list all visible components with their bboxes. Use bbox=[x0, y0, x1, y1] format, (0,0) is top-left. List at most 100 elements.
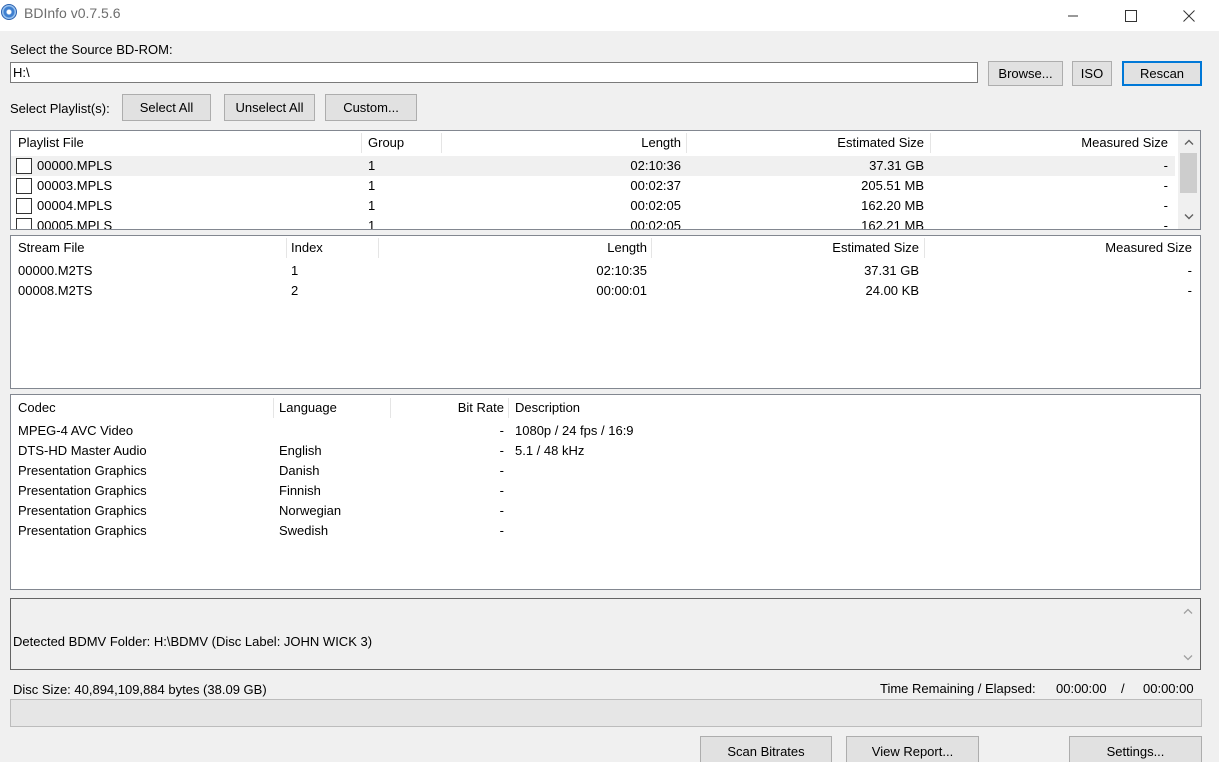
log-output[interactable]: Detected BDMV Folder: H:\BDMV (Disc Labe… bbox=[10, 598, 1201, 697]
column-header-group[interactable]: Group bbox=[368, 131, 404, 155]
playlist-label: Select Playlist(s): bbox=[10, 101, 110, 116]
playlist-scrollbar[interactable] bbox=[1178, 131, 1200, 229]
codec-bit-rate: - bbox=[499, 503, 504, 518]
scroll-down-arrow[interactable] bbox=[1178, 208, 1200, 226]
minimize-button[interactable] bbox=[1044, 0, 1102, 31]
source-label: Select the Source BD-ROM: bbox=[10, 42, 173, 57]
chevron-down-icon bbox=[1184, 214, 1194, 220]
column-header-stream-file[interactable]: Stream File bbox=[18, 236, 84, 260]
bluray-disc-icon bbox=[1, 4, 17, 20]
log-line: Disc Size: 40,894,109,884 bytes (38.09 G… bbox=[13, 682, 267, 697]
title-bar: BDInfo v0.7.5.6 bbox=[0, 0, 1219, 31]
codec-description: 5.1 / 48 kHz bbox=[515, 443, 585, 458]
playlist-file: 00004.MPLS bbox=[37, 198, 113, 213]
chevron-up-icon bbox=[1183, 608, 1193, 614]
playlist-length: 02:10:36 bbox=[630, 158, 681, 173]
chevron-up-icon bbox=[1184, 139, 1194, 145]
playlist-checkbox[interactable] bbox=[16, 178, 32, 194]
codec-language: Danish bbox=[279, 463, 320, 478]
column-header-playlist-file[interactable]: Playlist File bbox=[18, 131, 84, 155]
source-path-input[interactable] bbox=[10, 62, 978, 83]
playlist-checkbox[interactable] bbox=[16, 218, 32, 229]
playlist-row[interactable]: 00004.MPLS 1 00:02:05 162.20 MB - bbox=[11, 196, 1175, 216]
playlist-rows: 00000.MPLS 1 02:10:36 37.31 GB - 00003.M… bbox=[11, 156, 1175, 229]
select-all-button[interactable]: Select All bbox=[122, 94, 211, 121]
scrollbar-thumb[interactable] bbox=[1180, 153, 1197, 193]
column-divider bbox=[686, 133, 687, 153]
playlist-row[interactable]: 00005.MPLS 1 00:02:05 162.21 MB - bbox=[11, 216, 1175, 229]
column-divider bbox=[286, 238, 287, 258]
playlist-measured-size: - bbox=[1163, 158, 1168, 173]
column-header-description[interactable]: Description bbox=[515, 396, 580, 420]
column-header-estimated-size[interactable]: Estimated Size bbox=[688, 131, 924, 155]
stream-index: 1 bbox=[291, 263, 299, 278]
playlist-file: 00005.MPLS bbox=[37, 218, 113, 229]
playlist-estimated-size: 162.21 MB bbox=[861, 218, 924, 229]
time-remaining: 00:00:00 bbox=[1056, 681, 1107, 696]
column-divider bbox=[508, 398, 509, 418]
playlist-list[interactable]: Playlist File Group Length Estimated Siz… bbox=[10, 130, 1201, 230]
codec-name: Presentation Graphics bbox=[18, 503, 147, 518]
column-header-measured-size[interactable]: Measured Size bbox=[932, 131, 1168, 155]
playlist-length: 00:02:37 bbox=[630, 178, 681, 193]
codec-list[interactable]: Codec Language Bit Rate Description MPEG… bbox=[10, 394, 1201, 590]
codec-language: Finnish bbox=[279, 483, 321, 498]
codec-bit-rate: - bbox=[499, 463, 504, 478]
playlist-group: 1 bbox=[368, 158, 376, 173]
log-line: Detected BDMV Folder: H:\BDMV (Disc Labe… bbox=[13, 634, 373, 649]
codec-name: Presentation Graphics bbox=[18, 463, 147, 478]
stream-index: 2 bbox=[291, 283, 299, 298]
chevron-down-icon bbox=[1183, 655, 1193, 661]
time-label: Time Remaining / Elapsed: bbox=[880, 681, 1036, 696]
column-header-codec[interactable]: Codec bbox=[18, 396, 56, 420]
column-header-language[interactable]: Language bbox=[279, 396, 337, 420]
log-scrollbar[interactable] bbox=[1176, 599, 1200, 669]
playlist-checkbox[interactable] bbox=[16, 158, 32, 174]
stream-file: 00008.M2TS bbox=[18, 283, 93, 298]
scroll-down-arrow[interactable] bbox=[1177, 649, 1199, 667]
codec-language: Swedish bbox=[279, 523, 329, 538]
column-divider bbox=[930, 133, 931, 153]
iso-button[interactable]: ISO bbox=[1072, 61, 1112, 86]
column-header-measured-size[interactable]: Measured Size bbox=[926, 236, 1192, 260]
maximize-icon bbox=[1125, 9, 1137, 22]
column-header-bit-rate[interactable]: Bit Rate bbox=[392, 396, 504, 420]
codec-name: MPEG-4 AVC Video bbox=[18, 423, 134, 438]
unselect-all-button[interactable]: Unselect All bbox=[224, 94, 315, 121]
scan-bitrates-button[interactable]: Scan Bitrates bbox=[700, 736, 832, 762]
maximize-button[interactable] bbox=[1102, 0, 1160, 31]
time-elapsed: 00:00:00 bbox=[1143, 681, 1194, 696]
scroll-up-arrow[interactable] bbox=[1177, 602, 1199, 620]
codec-bit-rate: - bbox=[499, 423, 504, 438]
close-button[interactable] bbox=[1160, 0, 1218, 31]
stream-file-list[interactable]: Stream File Index Length Estimated Size … bbox=[10, 235, 1201, 389]
playlist-checkbox[interactable] bbox=[16, 198, 32, 214]
custom-button[interactable]: Custom... bbox=[325, 94, 417, 121]
column-divider bbox=[390, 398, 391, 418]
browse-button[interactable]: Browse... bbox=[988, 61, 1063, 86]
stream-estimated-size: 24.00 KB bbox=[865, 283, 920, 298]
settings-button[interactable]: Settings... bbox=[1069, 736, 1202, 762]
column-header-length[interactable]: Length bbox=[380, 236, 647, 260]
column-divider bbox=[924, 238, 925, 258]
codec-language: Norwegian bbox=[279, 503, 342, 518]
time-separator: / bbox=[1121, 681, 1125, 696]
stream-estimated-size: 37.31 GB bbox=[864, 263, 919, 278]
playlist-estimated-size: 205.51 MB bbox=[861, 178, 924, 193]
rescan-button[interactable]: Rescan bbox=[1122, 61, 1202, 86]
playlist-group: 1 bbox=[368, 178, 376, 193]
column-header-estimated-size[interactable]: Estimated Size bbox=[653, 236, 919, 260]
scroll-up-arrow[interactable] bbox=[1178, 133, 1200, 151]
codec-description: 1080p / 24 fps / 16:9 bbox=[515, 423, 634, 438]
column-divider bbox=[378, 238, 379, 258]
window-title: BDInfo v0.7.5.6 bbox=[24, 5, 121, 21]
codec-name: Presentation Graphics bbox=[18, 483, 147, 498]
playlist-row[interactable]: 00000.MPLS 1 02:10:36 37.31 GB - bbox=[11, 156, 1175, 176]
column-header-index[interactable]: Index bbox=[291, 236, 323, 260]
stream-measured-size: - bbox=[1187, 263, 1192, 278]
stream-measured-size: - bbox=[1187, 283, 1192, 298]
playlist-row[interactable]: 00003.MPLS 1 00:02:37 205.51 MB - bbox=[11, 176, 1175, 196]
column-header-length[interactable]: Length bbox=[443, 131, 681, 155]
stream-length: 02:10:35 bbox=[596, 263, 647, 278]
view-report-button[interactable]: View Report... bbox=[846, 736, 979, 762]
